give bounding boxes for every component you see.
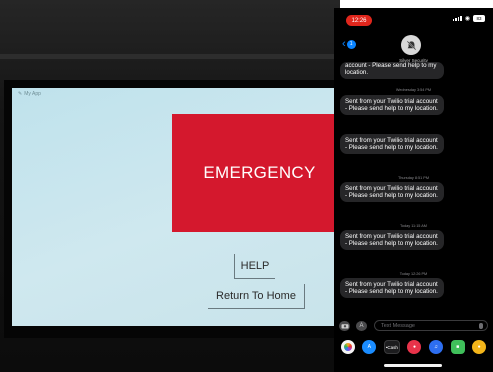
back-button[interactable]: ‹ 1 [342,38,356,50]
app-store-icon[interactable]: A [362,340,377,354]
message-text: Sent from your Twilio trial account - Pl… [345,185,438,200]
bell-slash-icon [406,40,416,50]
emergency-label: EMERGENCY [203,163,316,182]
wifi-icon: ◉ [464,16,470,22]
message-text: account - Please send help to my locatio… [345,62,437,77]
message-text: Sent from your Twilio trial account - Pl… [345,233,438,248]
message-timestamp: Today 11:15 AM [400,224,427,228]
apple-cash-icon[interactable]: •Cash [383,340,400,354]
message-input[interactable]: Text Message [374,320,488,331]
emergency-button[interactable]: EMERGENCY [172,114,340,232]
app-drawer: A •Cash ● ♫ ■ ● [334,337,493,357]
message-bubble[interactable]: Sent from your Twilio trial account - Pl… [340,134,444,155]
apple-cash-label: •Cash [385,344,398,350]
message-timestamp: Thursday 8:51 PM [397,176,430,180]
music-recognition-icon[interactable]: ♫ [429,340,444,354]
message-input-placeholder: Text Message [381,322,415,329]
message-bubble[interactable]: Sent from your Twilio trial account - Pl… [340,230,444,251]
contact-avatar[interactable] [401,35,421,55]
message-text: Sent from your Twilio trial account - Pl… [345,281,438,296]
return-home-button[interactable]: Return To Home [208,284,305,309]
phone-screen: 12:26 ◉ 83 ‹ 1 Silver Security account -… [334,8,493,372]
message-text: Sent from your Twilio trial account - Pl… [345,98,438,113]
tablet-screen: ✎ My App EMERGENCY HELP Return To Home [12,88,340,326]
message-bubble[interactable]: Sent from your Twilio trial account - Pl… [340,182,444,203]
help-button[interactable]: HELP [234,254,275,279]
return-home-label: Return To Home [216,290,296,302]
app-store-small-icon: A [359,323,364,329]
message-list: account - Please send help to my locatio… [334,62,493,316]
app-title-bar: ✎ My App [18,91,41,97]
message-timestamp: Today 12:26 PM [399,272,428,276]
message-text: Sent from your Twilio trial account - Pl… [345,137,438,152]
unread-badge: 1 [346,39,356,49]
battery-icon: 83 [473,15,485,22]
message-timestamp: Wednesday 3:54 PM [395,88,432,92]
search-images-icon[interactable]: ● [407,340,422,354]
microphone-icon[interactable] [479,322,483,329]
camera-icon [341,324,348,329]
signal-icon [452,16,462,21]
status-time-text: 12:26 [351,17,367,24]
help-label: HELP [240,260,270,272]
app-logo-icon: ✎ [18,91,23,97]
desk-edge [0,54,340,59]
status-time: 12:26 [346,15,372,26]
status-bar: 12:26 ◉ 83 [334,8,493,30]
unread-count: 1 [349,41,353,47]
sticker-icon[interactable]: ■ [450,340,465,354]
message-bubble[interactable]: Sent from your Twilio trial account - Pl… [340,278,444,299]
photos-icon[interactable] [340,340,355,354]
battery-level: 83 [476,16,482,21]
compose-bar: A Text Message [334,318,493,334]
message-bubble[interactable]: account - Please send help to my locatio… [340,62,444,80]
home-indicator[interactable] [384,364,442,367]
game-icon[interactable]: ● [472,340,487,354]
apps-button[interactable]: A [356,321,367,331]
message-bubble[interactable]: Sent from your Twilio trial account - Pl… [340,95,444,116]
status-icons: ◉ 83 [452,15,485,22]
app-title: My App [24,91,41,97]
chevron-left-icon: ‹ [342,38,346,50]
camera-button[interactable] [339,321,350,331]
